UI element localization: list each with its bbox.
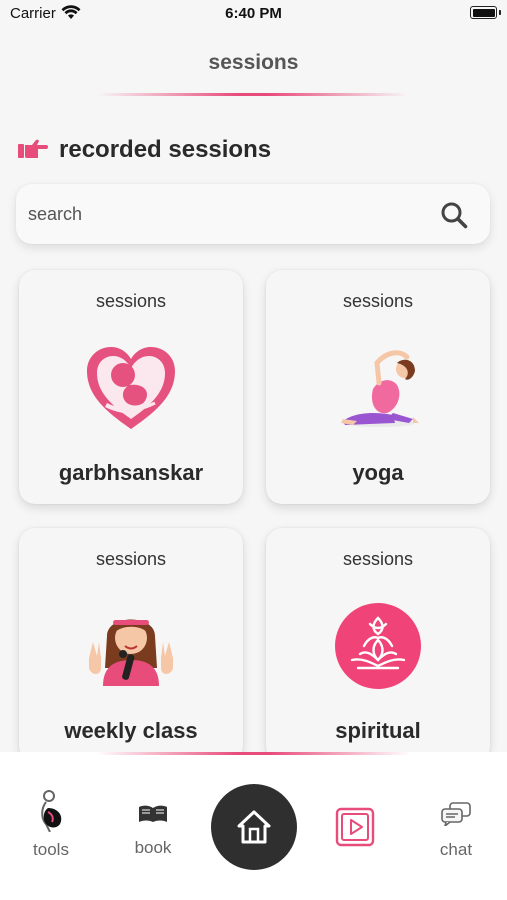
card-subtitle: sessions — [342, 291, 414, 311]
session-card-weekly-class[interactable]: sessions weekly class — [19, 528, 243, 752]
nav-divider — [96, 752, 411, 755]
session-card-garbhsanskar[interactable]: sessions garbhsanskar — [19, 270, 243, 504]
lotus-meditation-icon — [328, 598, 428, 694]
nav-tools[interactable]: tools — [16, 790, 86, 860]
session-card-yoga[interactable]: sessions yoga — [266, 270, 490, 504]
nav-home-button[interactable] — [211, 784, 297, 870]
card-title: yoga — [352, 460, 404, 485]
card-subtitle: sessions — [95, 291, 167, 311]
card-title: garbhsanskar — [58, 460, 204, 485]
open-book-icon — [139, 805, 167, 822]
home-icon — [237, 810, 271, 844]
card-title: weekly class — [64, 718, 198, 743]
nav-sessions[interactable] — [335, 807, 375, 847]
teacher-microphone-icon — [81, 598, 181, 694]
nav-chat-label: chat — [439, 840, 473, 859]
card-title: spiritual — [335, 718, 421, 743]
baby-in-heart-icon — [81, 340, 181, 436]
card-subtitle: sessions — [95, 549, 167, 569]
nav-book[interactable]: book — [118, 800, 188, 858]
chat-bubbles-icon — [441, 802, 471, 826]
nav-tools-label: tools — [33, 840, 69, 859]
yoga-pose-icon — [328, 340, 428, 436]
play-video-icon — [335, 807, 375, 847]
session-grid: sessions garbhsanskar sessions yoga sess… — [0, 0, 507, 752]
pregnant-woman-icon — [41, 790, 62, 832]
card-subtitle: sessions — [342, 549, 414, 569]
session-card-spiritual[interactable]: sessions spiritual — [266, 528, 490, 752]
nav-chat[interactable]: chat — [421, 800, 491, 860]
nav-book-label: book — [134, 838, 172, 857]
